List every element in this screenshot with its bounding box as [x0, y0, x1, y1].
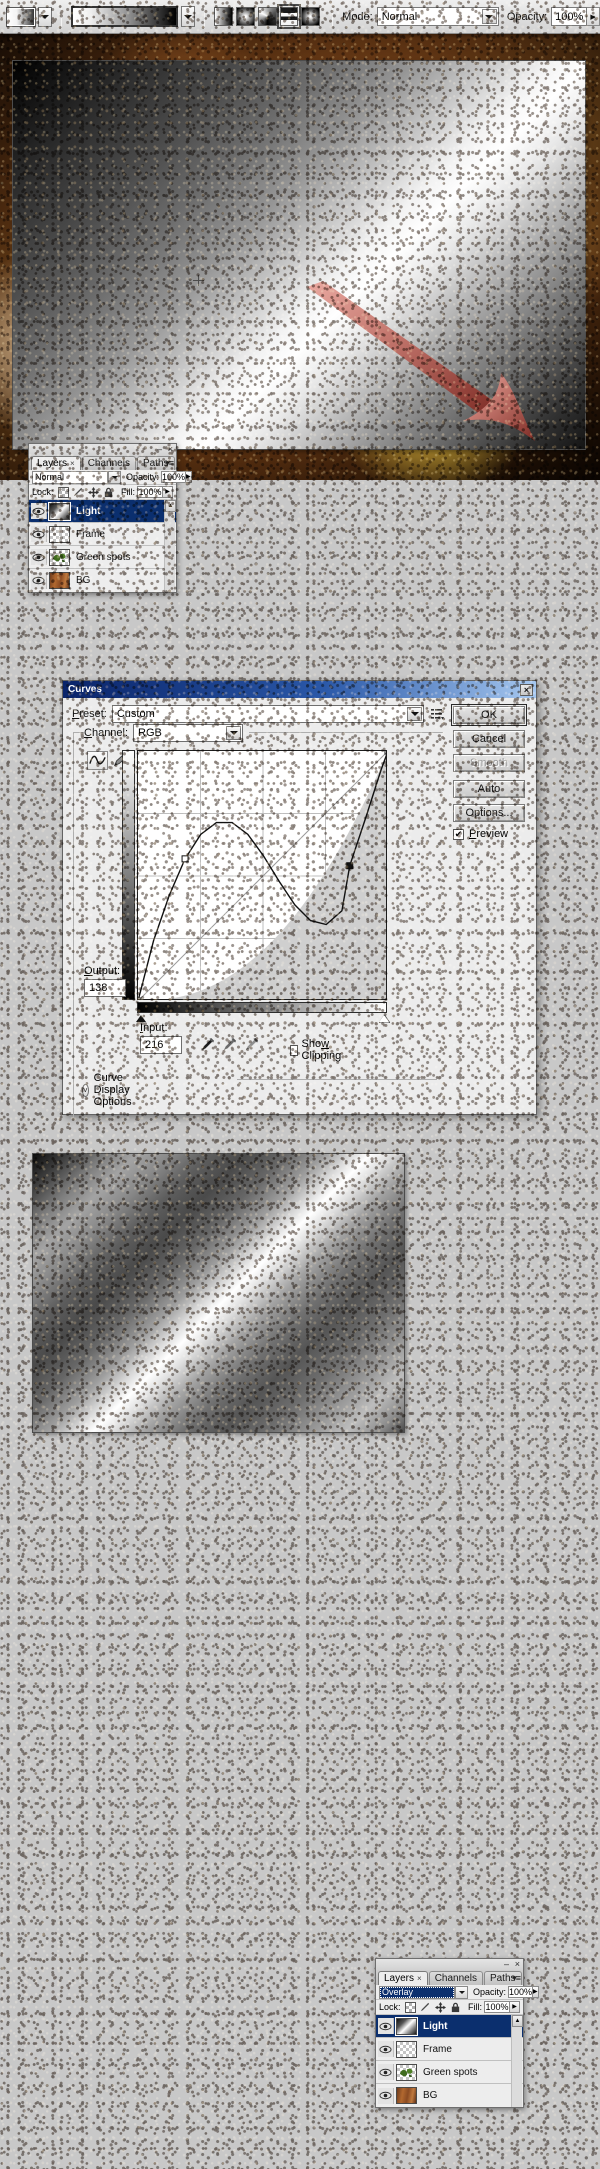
- layer-row-bg[interactable]: BG: [376, 2084, 523, 2107]
- layers-opacity-stepper[interactable]: ▶: [533, 1986, 539, 1998]
- layer-thumbnail-green-spots[interactable]: [396, 2063, 417, 2081]
- minimize-icon[interactable]: –: [504, 1960, 509, 1969]
- panel-menu-icon[interactable]: ▾≡: [512, 1973, 521, 1984]
- layer-thumbnail-frame[interactable]: [396, 2040, 417, 2058]
- tab-layers[interactable]: Layers×: [378, 1971, 428, 1985]
- layer-row-green-spots[interactable]: Green spots: [376, 2061, 523, 2084]
- panel-tab-strip: Layers× Channels Paths ▾≡: [376, 1970, 523, 1985]
- scroll-up-arrow-icon[interactable]: ▲: [512, 2015, 523, 2027]
- layers-list: Light Frame Green spots: [376, 2015, 523, 2107]
- layers-panel-bottom: – × Layers × Channels Paths ▾≡ Overlay Op…: [375, 1958, 539, 2108]
- layer-name-frame: Frame: [423, 2043, 452, 2055]
- visibility-eye-icon[interactable]: [378, 2087, 394, 2104]
- lock-image-pixels-icon[interactable]: [420, 2002, 431, 2013]
- texture-highlight-overlay: [0, 0, 600, 2169]
- tutorial-screenshot: Mode: Normal Opacity: 100% ▶ – ×: [0, 0, 600, 2169]
- blend-mode-row: Overlay Opacity: 100% ▶: [376, 1985, 539, 2000]
- layer-thumbnail-light[interactable]: [395, 2016, 418, 2036]
- visibility-eye-icon[interactable]: [378, 2064, 394, 2080]
- layer-name-bg: BG: [423, 2090, 438, 2101]
- final-grunge-texture-result: [0, 0, 600, 2169]
- close-icon[interactable]: ×: [515, 1960, 520, 1969]
- lock-all-icon[interactable]: [450, 2002, 461, 2013]
- layer-name-green-spots: Green spots: [423, 2066, 478, 2078]
- layers-scrollbar[interactable]: ▲: [511, 2015, 523, 2107]
- layer-name-light: Light: [423, 2020, 448, 2032]
- tab-channels[interactable]: Channels: [428, 1971, 483, 1985]
- layer-blend-mode-select[interactable]: Overlay: [379, 1985, 468, 1999]
- lock-transparent-pixels-icon[interactable]: [404, 2001, 416, 2013]
- lock-label: Lock:: [379, 2002, 401, 2012]
- tab-close-icon[interactable]: ×: [417, 1974, 422, 1983]
- lock-position-icon[interactable]: [434, 2001, 446, 2013]
- tab-layers-label: Layers: [384, 1973, 415, 1984]
- visibility-eye-icon[interactable]: [378, 2041, 394, 2057]
- tab-channels-label: Channels: [434, 1973, 477, 1984]
- fill-stepper[interactable]: ▶: [510, 2001, 520, 2013]
- layer-row-light[interactable]: Light: [376, 2015, 523, 2038]
- layers-opacity-input[interactable]: 100%: [508, 1986, 534, 1998]
- layer-row-frame[interactable]: Frame: [376, 2038, 523, 2061]
- panel-titlebar: – ×: [376, 1959, 523, 1970]
- layers-opacity-label: Opacity:: [473, 1987, 507, 1997]
- fill-input[interactable]: 100%: [484, 2001, 510, 2013]
- visibility-eye-icon[interactable]: [378, 2018, 394, 2034]
- fill-label: Fill:: [468, 2002, 482, 2012]
- lock-row: Lock: Fill: 100% ▶: [376, 2000, 523, 2015]
- chevron-down-icon[interactable]: [455, 1985, 468, 1999]
- layer-blend-mode-value: Overlay: [382, 1986, 414, 1997]
- layer-thumbnail-bg[interactable]: [396, 2087, 417, 2104]
